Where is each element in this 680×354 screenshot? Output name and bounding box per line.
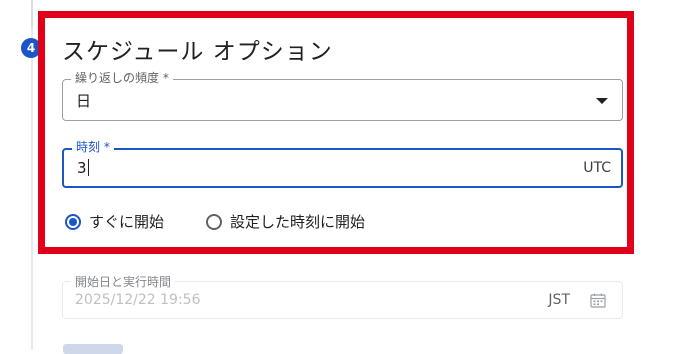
start-datetime-field: 開始日と実行時間 2025/12/22 19:56 JST xyxy=(62,273,623,319)
repeat-frequency-value: 日 xyxy=(76,92,92,110)
dropdown-arrow-icon[interactable] xyxy=(596,98,608,104)
repeat-frequency-select[interactable]: 繰り返しの頻度 * 日 xyxy=(62,71,623,121)
stepper-rail-top xyxy=(31,0,33,28)
time-value: 3 xyxy=(77,159,87,177)
time-label: 時刻 * xyxy=(72,140,114,154)
start-datetime-label: 開始日と実行時間 xyxy=(71,273,176,290)
start-datetime-value: 2025/12/22 19:56 xyxy=(75,292,201,308)
start-timezone-suffix: JST xyxy=(548,292,570,308)
radio-label-start-now: すぐに開始 xyxy=(89,213,165,231)
calendar-icon xyxy=(590,293,606,308)
time-input[interactable]: 時刻 * 3 UTC xyxy=(62,140,623,188)
radio-label-scheduled-start: 設定した時刻に開始 xyxy=(230,213,366,231)
radio-button-checked[interactable] xyxy=(65,213,81,230)
next-button-partial[interactable] xyxy=(63,344,123,354)
section-title: スケジュール オプション xyxy=(62,39,333,65)
repeat-frequency-label: 繰り返しの頻度 * xyxy=(71,71,173,85)
radio-option-start-now[interactable]: すぐに開始 xyxy=(65,211,164,232)
time-value-wrapper[interactable]: 3 xyxy=(77,159,89,177)
radio-option-scheduled-start[interactable]: 設定した時刻に開始 xyxy=(206,211,365,232)
timezone-suffix: UTC xyxy=(583,160,611,176)
text-caret xyxy=(87,159,89,176)
radio-button-unchecked[interactable] xyxy=(206,213,222,230)
